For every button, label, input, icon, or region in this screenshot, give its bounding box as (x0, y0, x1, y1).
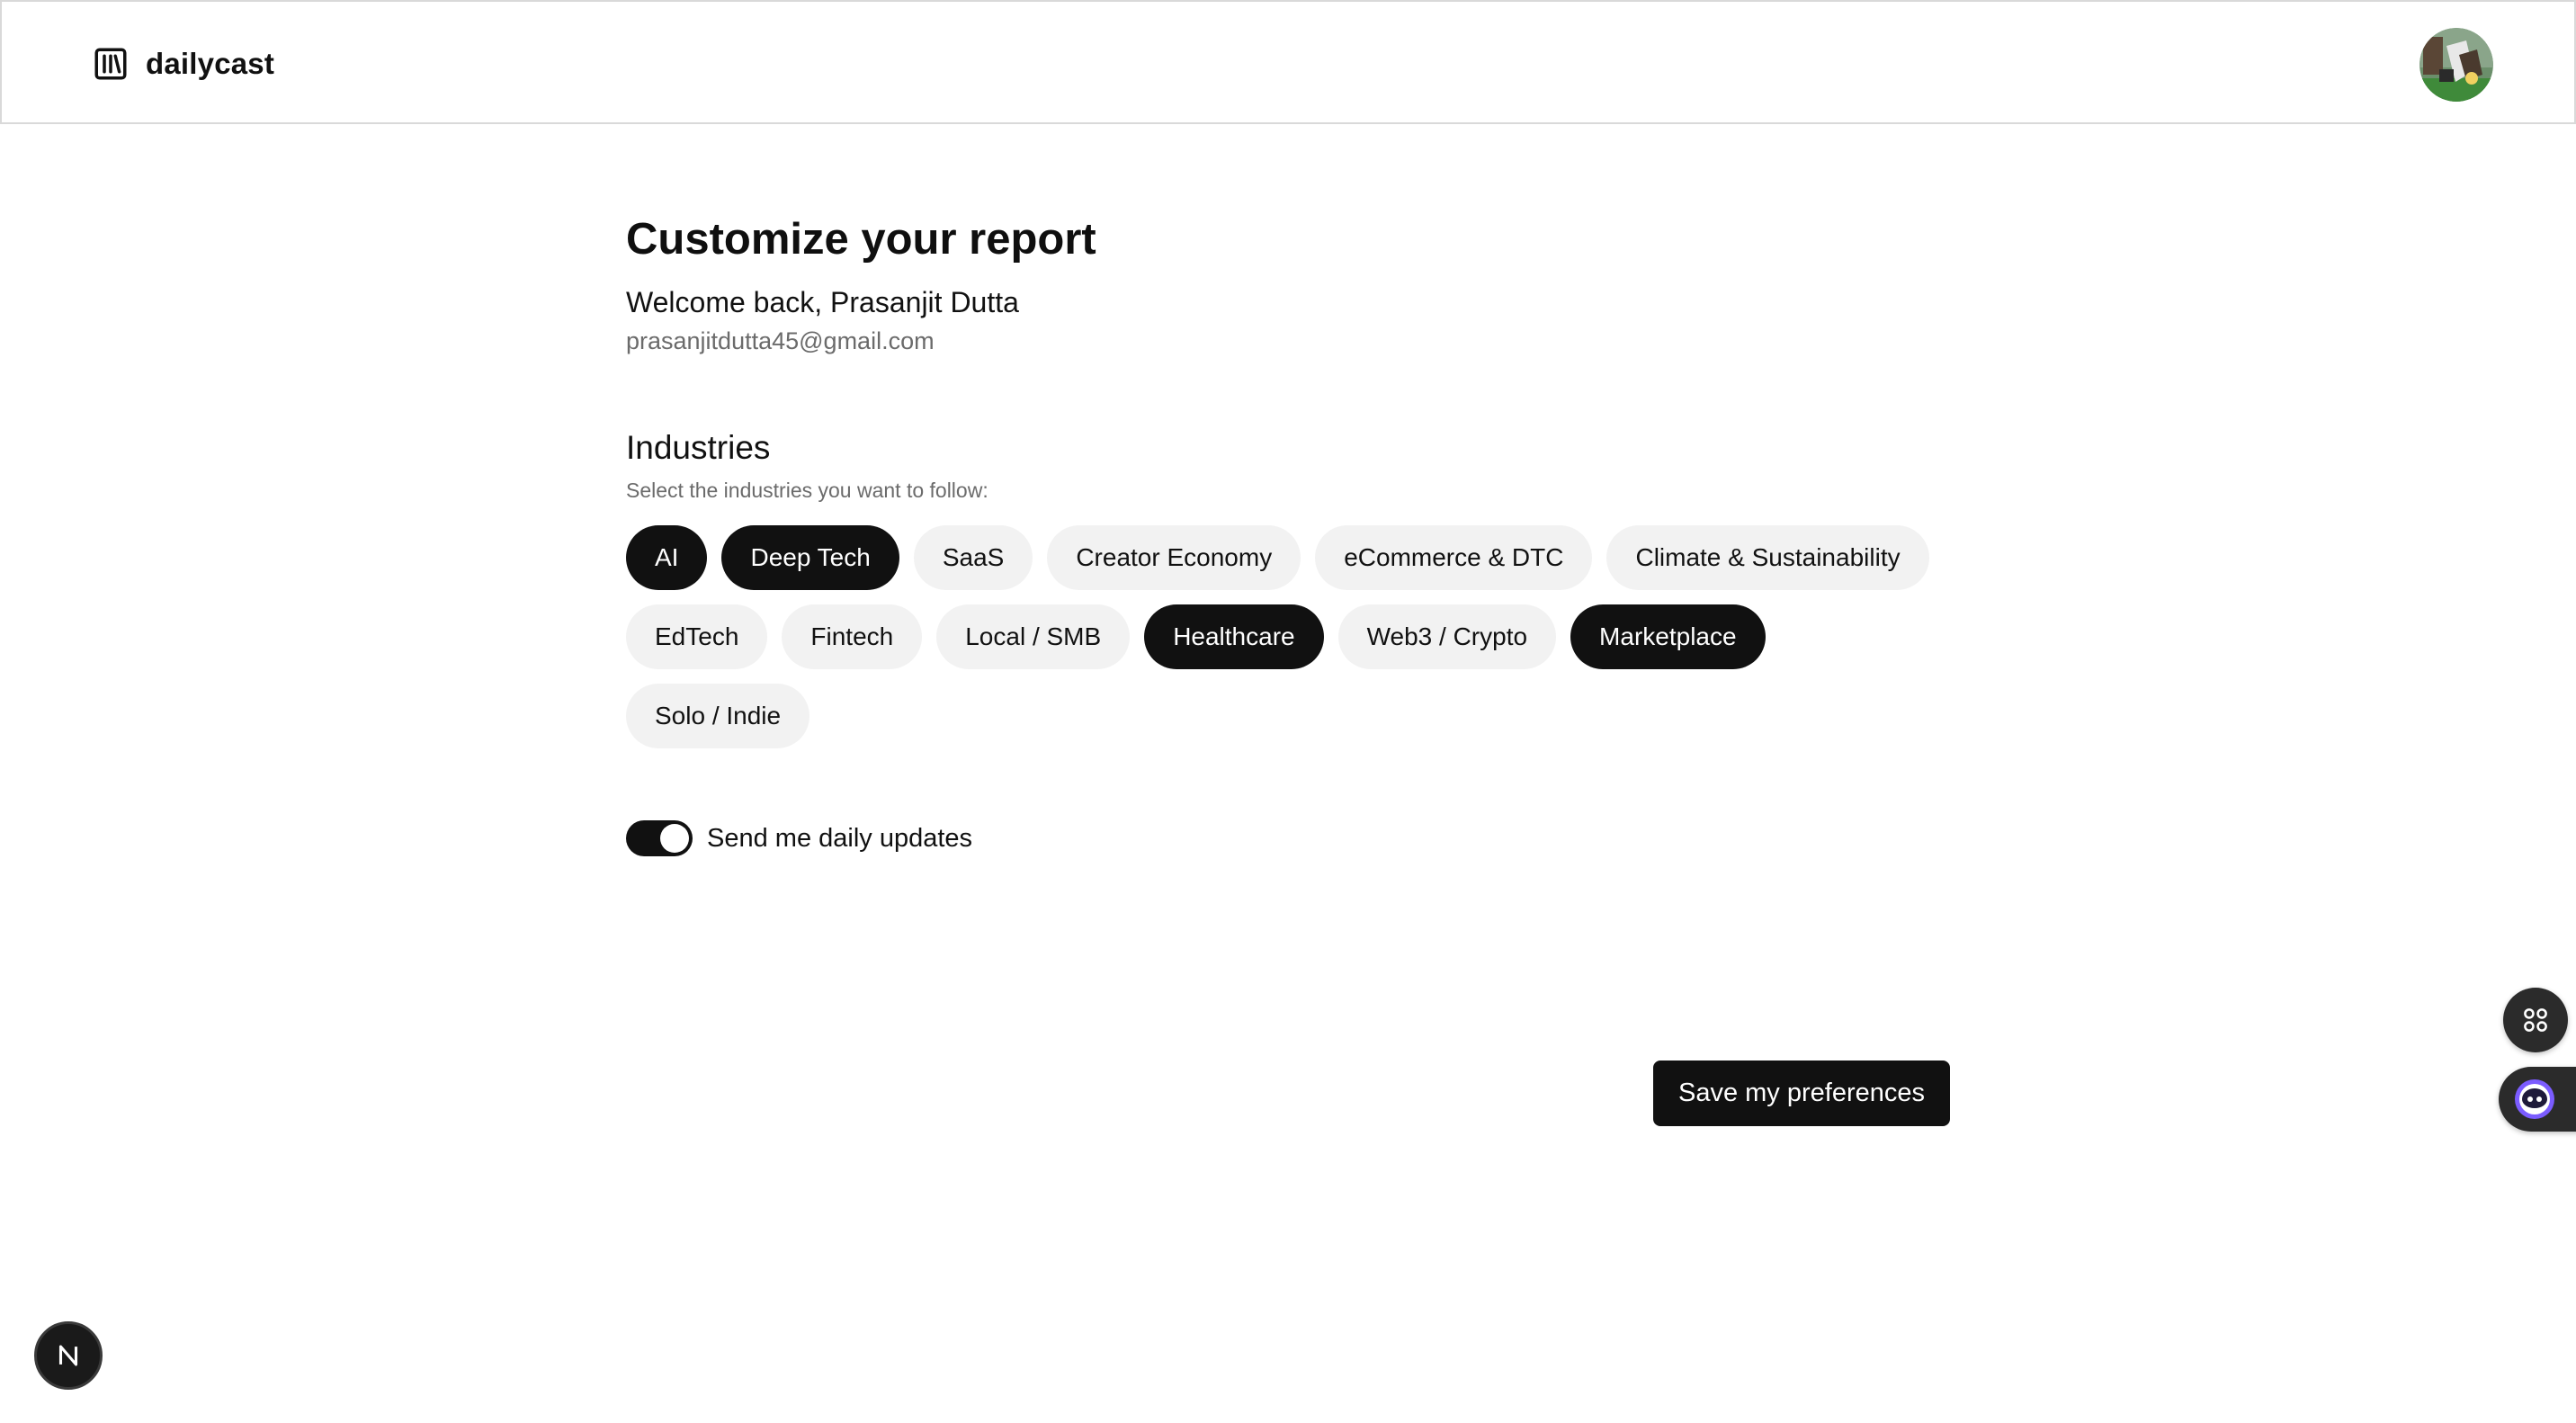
industries-subtitle: Select the industries you want to follow… (626, 479, 988, 502)
page-title: Customize your report (626, 215, 1096, 264)
command-grid-icon (2524, 1008, 2547, 1032)
industries-heading: Industries (626, 429, 771, 466)
nextjs-logo-icon (58, 1345, 78, 1366)
assistant-launcher[interactable] (2499, 1067, 2576, 1132)
industry-chip-ecommerce-dtc[interactable]: eCommerce & DTC (1315, 525, 1593, 590)
page: dailycast Customize your report Welcome … (0, 0, 2576, 1423)
welcome-message: Welcome back, Prasanjit Dutta (626, 286, 1019, 318)
brand-name: dailycast (146, 47, 275, 80)
library-icon (94, 48, 127, 80)
industry-chip-deep-tech[interactable]: Deep Tech (721, 525, 899, 590)
brand-logo-link[interactable]: dailycast (92, 45, 274, 83)
industry-chip-healthcare[interactable]: Healthcare (1144, 604, 1324, 669)
daily-updates-toggle[interactable] (626, 820, 693, 856)
industry-chip-creator-economy[interactable]: Creator Economy (1047, 525, 1301, 590)
preferences-form: Customize your report Welcome back, Pras… (626, 212, 1950, 856)
toggle-knob (660, 824, 689, 853)
assistant-bot-icon (2515, 1079, 2554, 1119)
save-preferences-button[interactable]: Save my preferences (1653, 1061, 1950, 1126)
industry-chip-saas[interactable]: SaaS (913, 525, 1033, 590)
command-grid-button[interactable] (2503, 988, 2568, 1052)
industry-chip-fintech[interactable]: Fintech (782, 604, 923, 669)
daily-updates-row: Send me daily updates (626, 820, 1950, 856)
user-avatar[interactable] (2419, 28, 2493, 102)
daily-updates-label: Send me daily updates (707, 823, 973, 853)
industry-chip-edtech[interactable]: EdTech (626, 604, 768, 669)
industry-chip-solo-indie[interactable]: Solo / Indie (626, 684, 810, 748)
industry-chip-climate-sustainability[interactable]: Climate & Sustainability (1606, 525, 1929, 590)
industry-chip-marketplace[interactable]: Marketplace (1570, 604, 1766, 669)
nextjs-dev-badge[interactable] (34, 1321, 103, 1390)
industry-chip-web3-crypto[interactable]: Web3 / Crypto (1337, 604, 1557, 669)
avatar-image (2419, 28, 2493, 102)
industry-chip-local-smb[interactable]: Local / SMB (936, 604, 1131, 669)
top-header: dailycast (0, 0, 2576, 124)
user-email: prasanjitdutta45@gmail.com (626, 327, 935, 354)
industry-chip-ai[interactable]: AI (626, 525, 708, 590)
industry-chip-list: AI Deep Tech SaaS Creator Economy eCommerce … (626, 525, 1950, 748)
